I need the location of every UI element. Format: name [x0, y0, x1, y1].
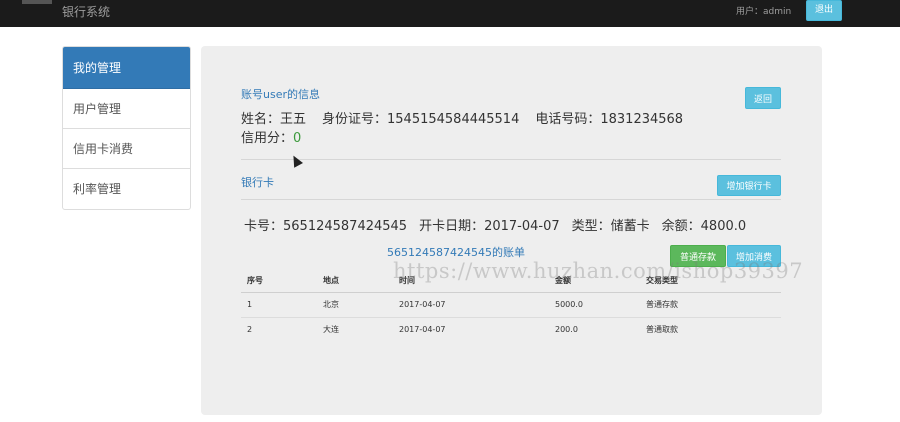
card-type: 类型：储蓄卡: [571, 219, 650, 234]
sidebar-item-user-management[interactable]: 用户管理: [63, 89, 190, 129]
table-row: 1 北京 2017-04-07 5000.0 普通存款: [241, 291, 781, 317]
table-row: 2 大连 2017-04-07 200.0 普通取款: [241, 316, 781, 342]
logout-button[interactable]: 退出: [806, 0, 842, 21]
table-cell: 1: [241, 291, 317, 317]
bill-title: 565124587424545的账单: [387, 246, 525, 259]
sidebar-item-credit-card-consumption[interactable]: 信用卡消费: [63, 129, 190, 169]
table-cell: 2017-04-07: [393, 316, 549, 342]
sidebar-item-my-management[interactable]: 我的管理: [63, 47, 190, 89]
open-date: 开卡日期：2017-04-07: [419, 219, 560, 234]
credit-score-label: 信用分：: [241, 131, 294, 146]
sidebar-item-interest-rate-management[interactable]: 利率管理: [63, 169, 190, 209]
table-cell: 5000.0: [549, 291, 640, 317]
credit-score-value: 0: [293, 131, 302, 146]
column-header: 地点: [317, 270, 393, 293]
app-brand[interactable]: 银行系统: [62, 3, 110, 20]
divider: [241, 199, 781, 200]
bank-card-info: 卡号：565124587424545 开卡日期：2017-04-07 类型：储蓄卡余…: [244, 215, 746, 234]
credit-score-line: 信用分：0: [241, 127, 301, 146]
sidebar-menu: 我的管理 用户管理 信用卡消费 利率管理: [62, 46, 191, 210]
card-number: 卡号：565124587424545: [244, 219, 408, 234]
add-bank-card-button[interactable]: 增加银行卡: [717, 175, 781, 196]
divider: [241, 159, 781, 160]
brand-logo-strip: [22, 0, 52, 4]
table-cell: 普通取款: [640, 316, 781, 342]
holder-name: 姓名：王五: [241, 112, 307, 127]
phone-number: 电话号码：1831234568: [535, 112, 684, 127]
account-info-line: 姓名：王五 身份证号：1545154584445514 电话号码：183123456…: [241, 108, 683, 127]
current-user-label: 用户：admin: [736, 7, 792, 17]
top-navbar: 银行系统 用户：admin 退出: [0, 0, 900, 27]
table-cell: 北京: [317, 291, 393, 317]
watermark-text: https://www.huzhan.com/ishop39397: [393, 259, 804, 283]
table-cell: 大连: [317, 316, 393, 342]
table-cell: 2017-04-07: [393, 291, 549, 317]
id-number: 身份证号：1545154584445514: [322, 112, 520, 127]
card-balance: 余额：4800.0: [661, 219, 747, 234]
column-header: 序号: [241, 270, 317, 293]
bank-card-title: 银行卡: [241, 176, 274, 189]
table-cell: 200.0: [549, 316, 640, 342]
table-cell: 2: [241, 316, 317, 342]
account-info-title: 账号user的信息: [241, 88, 320, 101]
table-cell: 普通存款: [640, 291, 781, 317]
back-button[interactable]: 返回: [745, 87, 781, 109]
